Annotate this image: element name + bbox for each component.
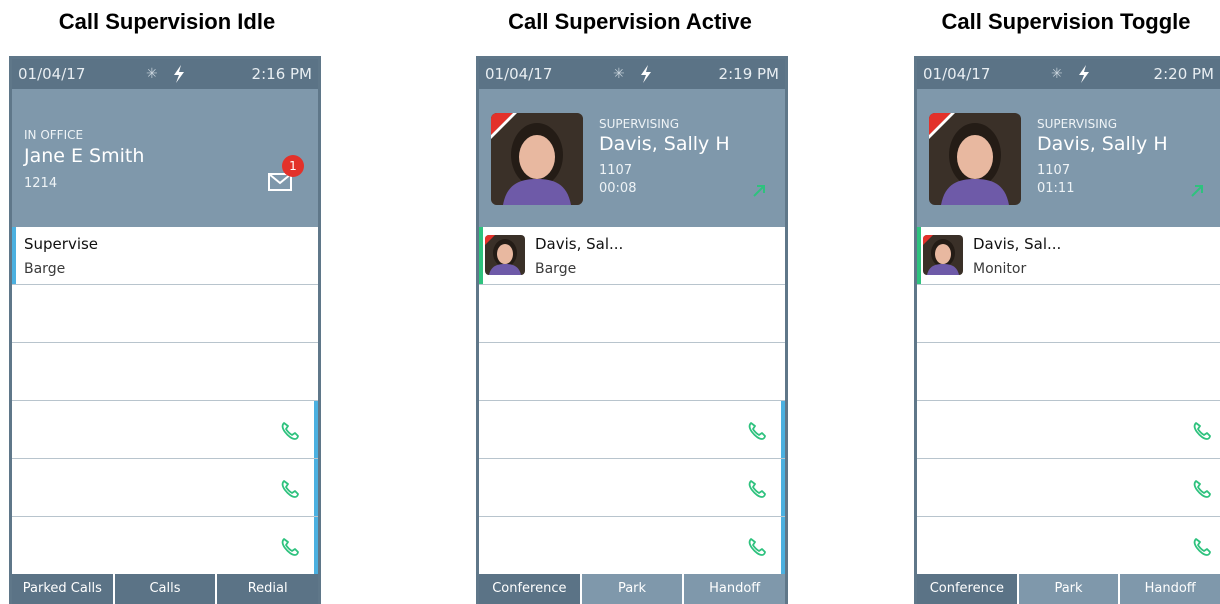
phone-screen-toggle: 01/04/17 ✳ 2:20 PM SUPERVISING Davis, Sa… — [914, 56, 1220, 604]
avatar — [929, 113, 1021, 205]
phone-handset-icon — [748, 538, 766, 556]
softkey-park[interactable]: Park — [1018, 574, 1119, 604]
softkey-conference[interactable]: Conference — [917, 574, 1017, 604]
screen-caption-idle: Call Supervision Idle — [58, 9, 276, 34]
lightning-bolt-icon — [1079, 65, 1089, 83]
selection-indicator — [479, 227, 483, 284]
avatar — [485, 235, 525, 275]
softkey-redial[interactable]: Redial — [217, 574, 318, 604]
call-timer: 00:08 — [599, 181, 637, 196]
supervised-extension: 1107 — [1037, 163, 1071, 178]
line-title: Davis, Sal... — [973, 235, 1062, 253]
call-line-key[interactable] — [12, 401, 318, 459]
supervised-extension: 1107 — [599, 163, 633, 178]
screen-caption-active: Call Supervision Active — [508, 9, 752, 34]
selection-indicator — [917, 227, 921, 284]
line-subtitle: Barge — [24, 261, 66, 277]
avatar — [491, 113, 583, 205]
call-timer: 01:11 — [1037, 181, 1075, 196]
supervised-name: Davis, Sally H — [599, 133, 730, 155]
status-date: 01/04/17 — [923, 65, 991, 83]
call-line-key[interactable] — [479, 517, 785, 575]
call-line-key[interactable] — [479, 459, 785, 517]
avatar — [923, 235, 963, 275]
softkey-parked-calls[interactable]: Parked Calls — [12, 574, 113, 604]
call-line-key[interactable] — [917, 517, 1220, 575]
call-line-key[interactable] — [12, 517, 318, 575]
empty-line-key[interactable] — [12, 285, 318, 343]
status-time: 2:19 PM — [718, 65, 779, 83]
phone-handset-icon — [1193, 422, 1211, 440]
phone-handset-icon — [748, 480, 766, 498]
line-key-supervised-call[interactable]: Davis, Sal... Monitor — [917, 227, 1220, 285]
call-line-key[interactable] — [479, 401, 785, 459]
phone-screen-idle: 01/04/17 ✳ 2:16 PM IN OFFICE Jane E Smit… — [9, 56, 321, 604]
line-title: Davis, Sal... — [535, 235, 624, 253]
bluetooth-icon: ✳ — [146, 66, 158, 82]
phone-handset-icon — [1193, 480, 1211, 498]
line-title: Supervise — [24, 235, 99, 253]
status-time: 2:16 PM — [251, 65, 312, 83]
line-key-supervise[interactable]: Supervise Barge — [12, 227, 318, 285]
phone-handset-icon — [281, 422, 299, 440]
softkey-handoff[interactable]: Handoff — [684, 574, 785, 604]
user-name: Jane E Smith — [24, 145, 145, 167]
empty-line-key[interactable] — [917, 343, 1220, 401]
outgoing-arrow-icon — [753, 185, 765, 197]
lightning-bolt-icon — [641, 65, 651, 83]
line-indicator-bar — [781, 401, 785, 458]
phone-screen-active: 01/04/17 ✳ 2:19 PM SUPERVISING Davis, Sa… — [476, 56, 788, 604]
status-date: 01/04/17 — [18, 65, 86, 83]
status-time: 2:20 PM — [1153, 65, 1214, 83]
bluetooth-icon: ✳ — [1051, 66, 1063, 82]
outgoing-arrow-icon — [1191, 185, 1203, 197]
softkey-bar: Conference Park Handoff — [917, 574, 1220, 604]
empty-line-key[interactable] — [917, 285, 1220, 343]
phone-handset-icon — [281, 538, 299, 556]
bluetooth-icon: ✳ — [613, 66, 625, 82]
status-bar: 01/04/17 ✳ 2:16 PM — [12, 59, 318, 89]
line-indicator-bar — [314, 517, 318, 574]
status-date: 01/04/17 — [485, 65, 553, 83]
empty-line-key[interactable] — [479, 285, 785, 343]
user-header: IN OFFICE Jane E Smith 1214 1 — [12, 89, 318, 227]
status-bar: 01/04/17 ✳ 2:20 PM — [917, 59, 1220, 89]
softkey-conference[interactable]: Conference — [479, 574, 580, 604]
status-bar: 01/04/17 ✳ 2:19 PM — [479, 59, 785, 89]
supervising-label: SUPERVISING — [1037, 117, 1118, 131]
softkey-calls[interactable]: Calls — [114, 574, 216, 604]
line-indicator-bar — [314, 459, 318, 516]
call-line-key[interactable] — [917, 459, 1220, 517]
softkey-handoff[interactable]: Handoff — [1120, 574, 1220, 604]
voicemail-count-badge: 1 — [282, 155, 304, 177]
phone-handset-icon — [1193, 538, 1211, 556]
supervised-name: Davis, Sally H — [1037, 133, 1168, 155]
softkey-bar: Parked Calls Calls Redial — [12, 574, 318, 604]
supervision-header: SUPERVISING Davis, Sally H 1107 01:11 — [917, 89, 1220, 227]
line-key-supervised-call[interactable]: Davis, Sal... Barge — [479, 227, 785, 285]
phone-handset-icon — [281, 480, 299, 498]
line-subtitle: Monitor — [973, 261, 1027, 277]
line-indicator-bar — [314, 401, 318, 458]
screen-caption-toggle: Call Supervision Toggle — [941, 9, 1191, 34]
empty-line-key[interactable] — [479, 343, 785, 401]
call-line-key[interactable] — [917, 401, 1220, 459]
supervising-label: SUPERVISING — [599, 117, 680, 131]
softkey-park[interactable]: Park — [581, 574, 683, 604]
line-subtitle: Barge — [535, 261, 577, 277]
call-line-key[interactable] — [12, 459, 318, 517]
selection-indicator — [12, 227, 16, 284]
empty-line-key[interactable] — [12, 343, 318, 401]
presence-status: IN OFFICE — [24, 128, 84, 142]
line-indicator-bar — [781, 459, 785, 516]
softkey-bar: Conference Park Handoff — [479, 574, 785, 604]
phone-handset-icon — [748, 422, 766, 440]
supervision-header: SUPERVISING Davis, Sally H 1107 00:08 — [479, 89, 785, 227]
user-extension: 1214 — [24, 176, 58, 191]
line-indicator-bar — [781, 517, 785, 574]
lightning-bolt-icon — [174, 65, 184, 83]
